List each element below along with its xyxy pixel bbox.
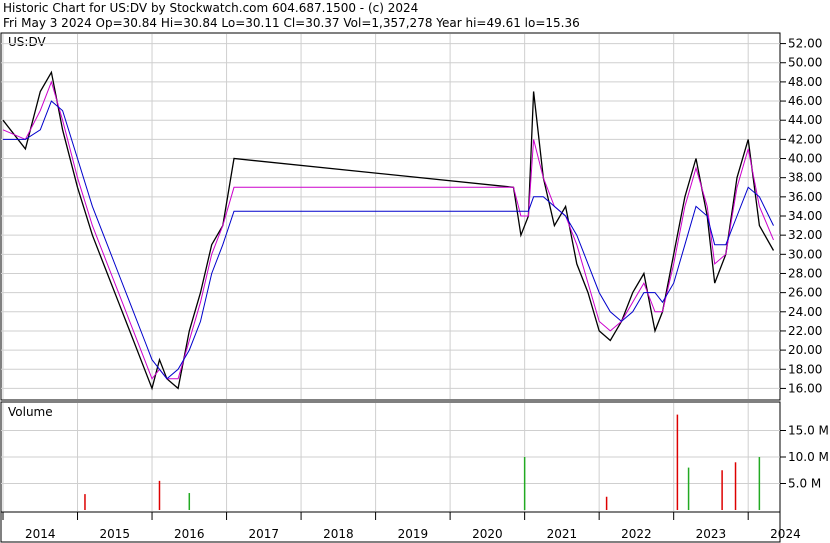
- volume-tick-label: 5.0 M: [788, 477, 821, 491]
- price-tick-label: 20.00: [788, 343, 822, 357]
- price-tick-label: 32.00: [788, 228, 822, 242]
- year-tick-label: 2020: [472, 527, 503, 541]
- year-tick-label: 2017: [249, 527, 280, 541]
- price-panel: US:DV 52.00 50.00 48.00 46.00 44.00 42.00 40.0…: [0, 32, 822, 401]
- year-tick-label: 2016: [174, 527, 205, 541]
- price-tick-label: 50.00: [788, 56, 822, 70]
- price-tick-label: 26.00: [788, 286, 822, 300]
- price-tick-label: 24.00: [788, 305, 822, 319]
- price-tick-label: 52.00: [788, 37, 822, 51]
- price-tick-label: 16.00: [788, 381, 822, 395]
- chart-header-line1: Historic Chart for US:DV by Stockwatch.c…: [3, 1, 418, 15]
- year-tick-label: 2014: [25, 527, 56, 541]
- chart-header-line2: Fri May 3 2024 Op=30.84 Hi=30.84 Lo=30.1…: [3, 16, 580, 30]
- price-tick-label: 48.00: [788, 75, 822, 89]
- volume-panel: Volume 15.0 M 10.0 M 5.0 M: [0, 401, 829, 513]
- price-tick-label: 28.00: [788, 266, 822, 280]
- price-tick-label: 44.00: [788, 113, 822, 127]
- volume-tick-label: 15.0 M: [788, 424, 829, 438]
- symbol-label: US:DV: [8, 35, 46, 49]
- price-tick-label: 18.00: [788, 362, 822, 376]
- year-tick-label: 2018: [323, 527, 354, 541]
- price-tick-label: 22.00: [788, 324, 822, 338]
- year-tick-label: 2023: [696, 527, 727, 541]
- price-tick-label: 46.00: [788, 94, 822, 108]
- year-tick-label: 2015: [100, 527, 131, 541]
- year-tick-label: 2021: [547, 527, 578, 541]
- price-tick-label: 40.00: [788, 152, 822, 166]
- x-axis: 2014 2015 2016 2017 2018 2019 2020 2021 2022 2023…: [0, 511, 801, 543]
- price-tick-label: 34.00: [788, 209, 822, 223]
- volume-label: Volume: [8, 405, 53, 419]
- year-tick-label: 2022: [621, 527, 652, 541]
- volume-tick-label: 10.0 M: [788, 450, 829, 464]
- price-tick-label: 36.00: [788, 190, 822, 204]
- price-tick-label: 30.00: [788, 247, 822, 261]
- price-tick-label: 42.00: [788, 132, 822, 146]
- year-tick-label: 2019: [398, 527, 429, 541]
- stock-chart: Historic Chart for US:DV by Stockwatch.c…: [0, 1, 829, 543]
- year-tick-label: 2024: [770, 527, 801, 541]
- price-tick-label: 38.00: [788, 171, 822, 185]
